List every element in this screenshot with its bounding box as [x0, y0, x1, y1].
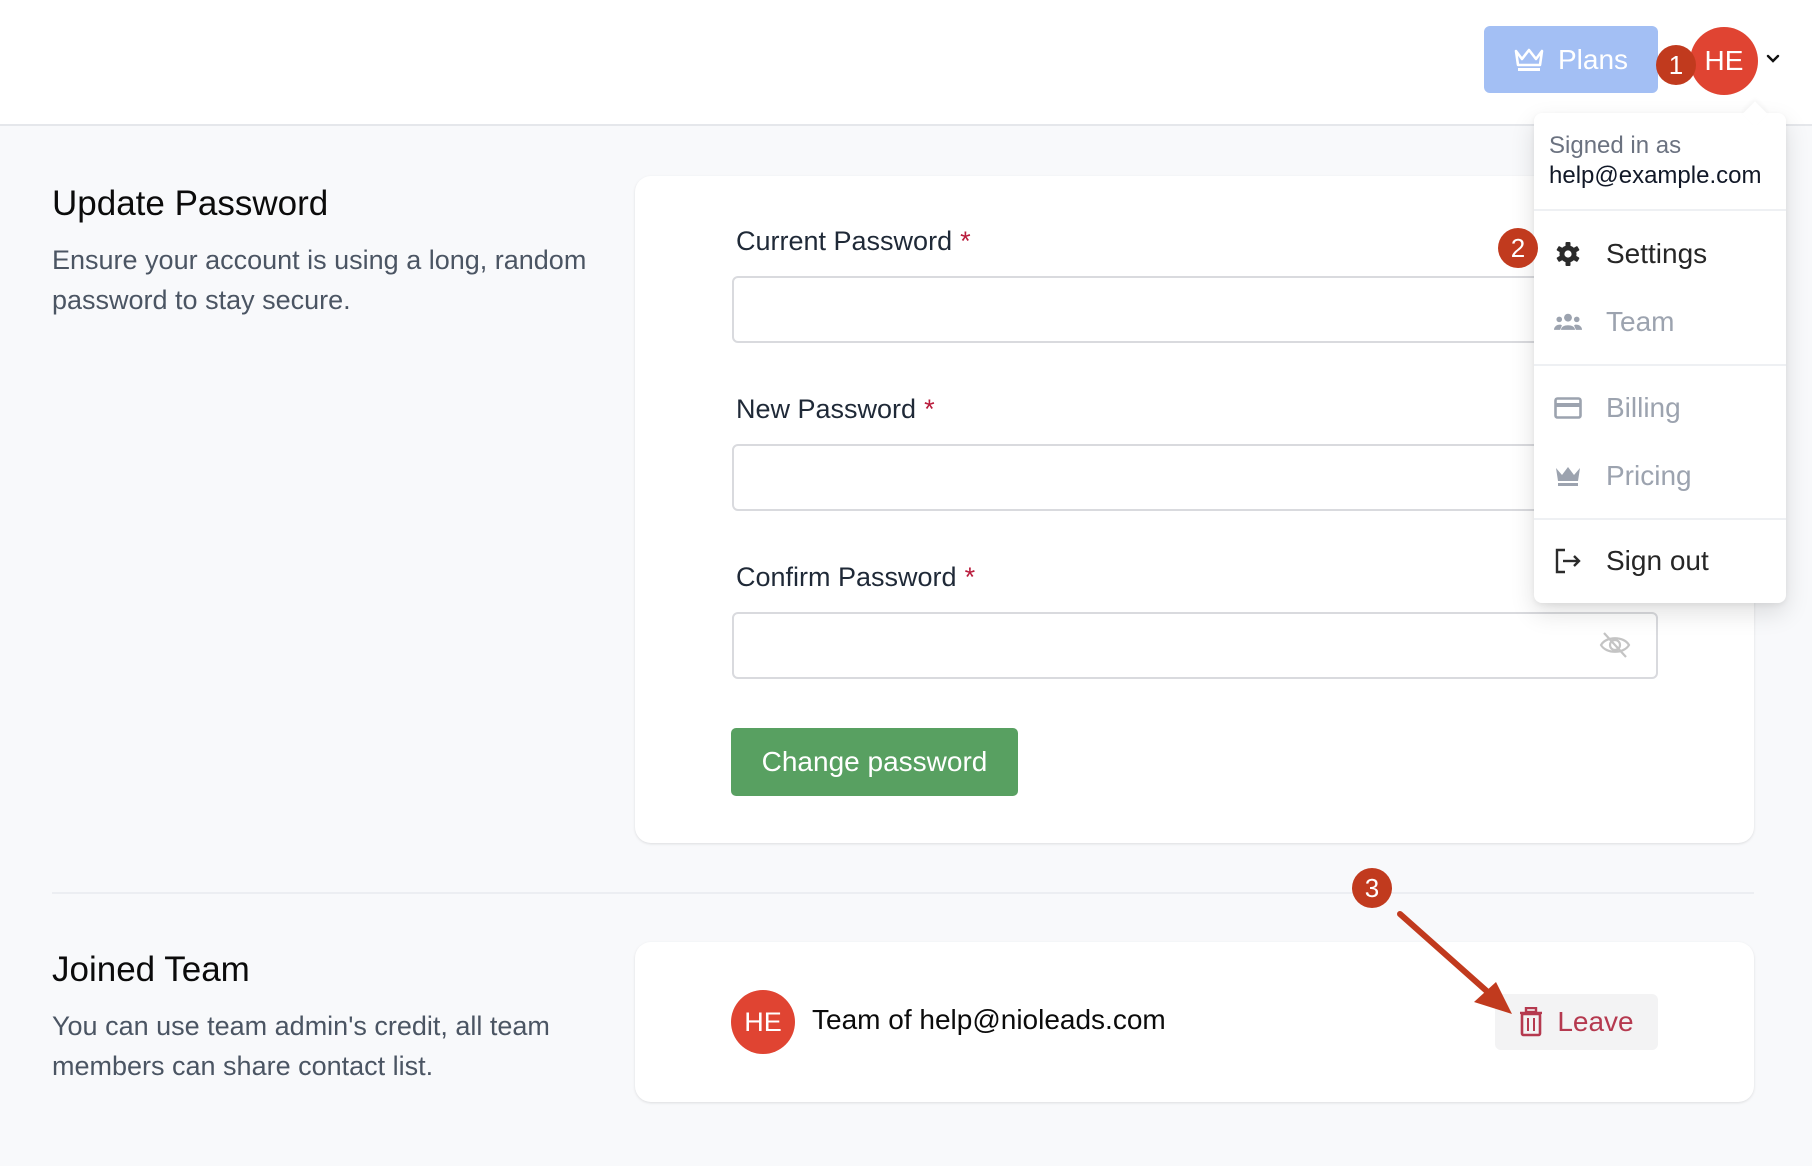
- change-password-button[interactable]: Change password: [731, 728, 1018, 796]
- menu-separator: [1534, 364, 1786, 366]
- label-text: Confirm Password: [736, 562, 957, 592]
- required-mark: *: [964, 562, 976, 592]
- confirm-password-input[interactable]: [732, 612, 1658, 679]
- update-password-title: Update Password: [52, 184, 329, 223]
- team-avatar: HE: [731, 990, 795, 1054]
- menu-separator: [1534, 209, 1786, 211]
- change-password-label: Change password: [761, 746, 988, 777]
- badge-number: 2: [1510, 232, 1526, 263]
- menu-item-label: Pricing: [1606, 460, 1692, 491]
- menu-item-team[interactable]: Team: [1534, 292, 1786, 352]
- current-password-label: Current Password *: [736, 226, 971, 257]
- credit-card-icon: [1554, 394, 1582, 422]
- top-header: Plans HE: [0, 0, 1812, 126]
- crown-icon: [1514, 48, 1544, 71]
- trash-icon: [1520, 1007, 1543, 1037]
- crown-icon: [1554, 462, 1582, 490]
- section-divider: [52, 892, 1754, 894]
- required-mark: *: [924, 394, 935, 424]
- menu-item-billing[interactable]: Billing: [1534, 378, 1786, 438]
- menu-separator: [1534, 518, 1786, 520]
- annotation-badge-1: 1: [1656, 45, 1696, 85]
- user-avatar-button[interactable]: HE: [1690, 27, 1758, 95]
- menu-item-label: Sign out: [1606, 545, 1709, 576]
- update-password-description: Ensure your account is using a long, ran…: [52, 245, 587, 315]
- new-password-label: New Password *: [736, 394, 935, 425]
- confirm-password-label: Confirm Password *: [736, 562, 975, 593]
- badge-number: 1: [1668, 49, 1684, 80]
- menu-item-label: Settings: [1606, 238, 1708, 269]
- eye-off-icon[interactable]: [1598, 630, 1632, 660]
- team-name: Team of help@nioleads.com: [812, 1004, 1166, 1035]
- joined-team-title: Joined Team: [52, 950, 250, 989]
- annotation-arrow: [1397, 911, 1512, 1014]
- annotation-badge-2: 2: [1498, 228, 1538, 268]
- menu-item-settings[interactable]: Settings: [1534, 224, 1786, 284]
- avatar-initials: HE: [1704, 45, 1744, 76]
- joined-team-description: You can use team admin's credit, all tea…: [52, 1011, 550, 1081]
- new-password-input[interactable]: [732, 444, 1658, 511]
- menu-item-label: Billing: [1606, 392, 1681, 423]
- plans-button[interactable]: Plans: [1484, 26, 1658, 93]
- signed-in-label: Signed in as: [1549, 132, 1682, 159]
- annotation-badge-3: 3: [1352, 868, 1392, 908]
- menu-item-label: Team: [1606, 306, 1675, 337]
- badge-number: 3: [1364, 872, 1380, 903]
- gear-icon: [1554, 240, 1582, 268]
- signed-in-email: help@example.com: [1549, 162, 1762, 189]
- current-password-input[interactable]: [732, 276, 1658, 343]
- label-text: New Password: [736, 394, 917, 424]
- user-menu-dropdown: Signed in as help@example.com Settings T…: [1534, 113, 1786, 603]
- team-avatar-initials: HE: [744, 1006, 782, 1037]
- menu-item-pricing[interactable]: Pricing: [1534, 446, 1786, 506]
- menu-item-sign-out[interactable]: Sign out: [1534, 531, 1786, 591]
- plans-label: Plans: [1557, 43, 1629, 75]
- sign-out-icon: [1554, 547, 1582, 575]
- users-icon: [1554, 308, 1582, 336]
- required-mark: *: [960, 226, 971, 256]
- leave-label: Leave: [1557, 1006, 1634, 1037]
- label-text: Current Password: [736, 226, 953, 256]
- chevron-down-icon[interactable]: [1764, 50, 1782, 68]
